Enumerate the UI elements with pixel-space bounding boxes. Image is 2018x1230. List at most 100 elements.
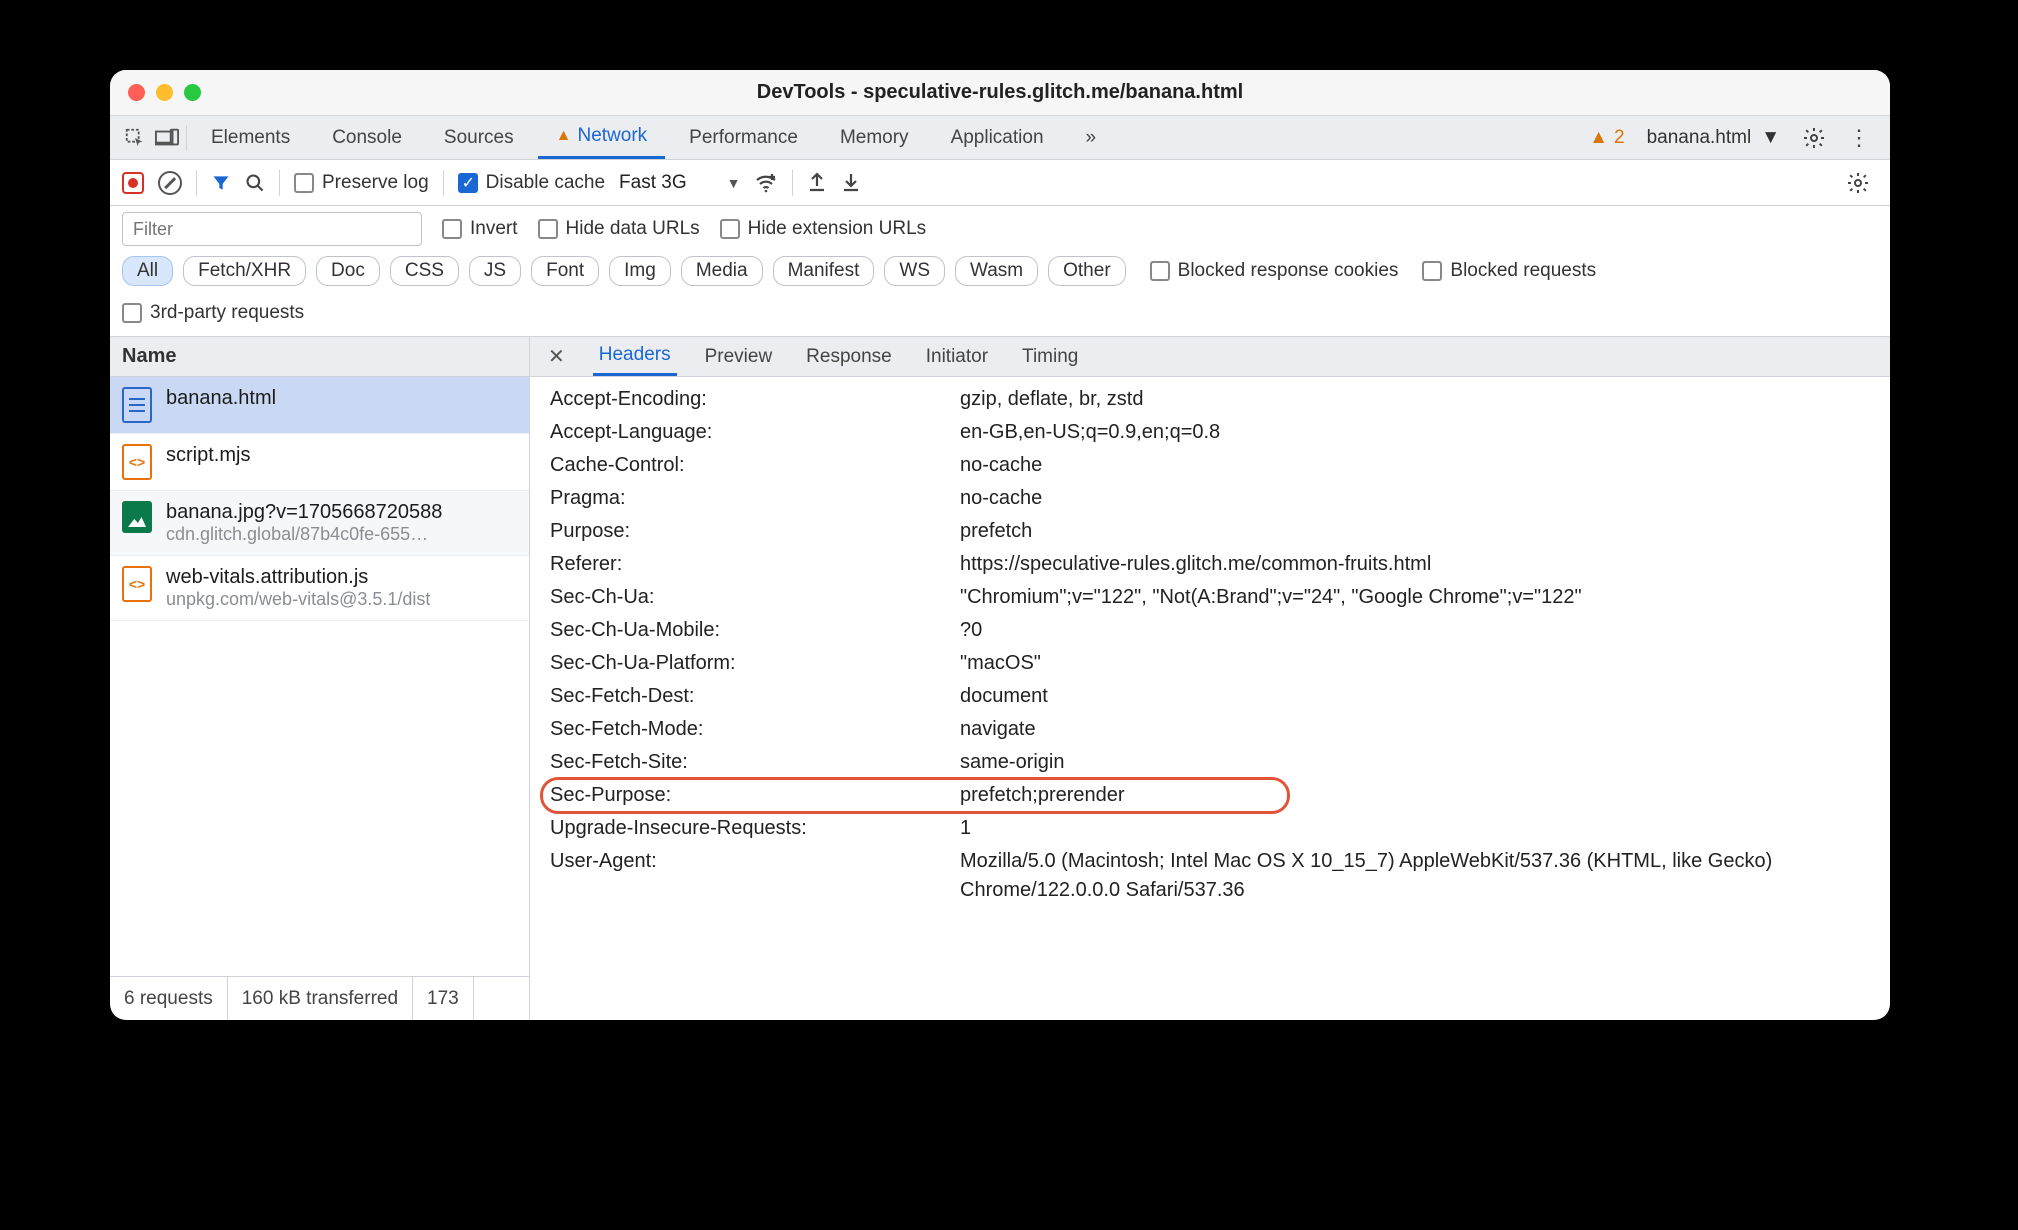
divider (443, 170, 444, 196)
filter-input[interactable] (122, 212, 422, 246)
chip-all[interactable]: All (122, 256, 173, 286)
network-conditions-icon[interactable] (754, 172, 778, 194)
divider (792, 170, 793, 196)
minimize-window-button[interactable] (156, 84, 173, 101)
frame-context-label: banana.html (1647, 127, 1752, 149)
chip-other[interactable]: Other (1048, 256, 1126, 286)
hide-extension-urls-checkbox[interactable]: Hide extension URLs (720, 218, 926, 240)
third-party-checkbox[interactable]: 3rd-party requests (122, 302, 304, 324)
zoom-window-button[interactable] (184, 84, 201, 101)
device-toolbar-icon[interactable] (154, 125, 180, 151)
overflow-tabs-button[interactable]: » (1068, 116, 1115, 159)
header-value: prefetch (960, 517, 1870, 546)
header-row: Upgrade-Insecure-Requests:1 (530, 812, 1890, 845)
titlebar: DevTools - speculative-rules.glitch.me/b… (110, 70, 1890, 116)
header-value: no-cache (960, 484, 1870, 513)
close-window-button[interactable] (128, 84, 145, 101)
network-settings-icon[interactable] (1838, 171, 1878, 195)
chip-media[interactable]: Media (681, 256, 763, 286)
blocked-cookies-checkbox[interactable]: Blocked response cookies (1150, 260, 1399, 282)
tab-console[interactable]: Console (314, 116, 420, 159)
subtab-headers[interactable]: Headers (593, 337, 677, 376)
tab-memory[interactable]: Memory (822, 116, 927, 159)
chip-css[interactable]: CSS (390, 256, 459, 286)
clear-button[interactable] (158, 171, 182, 195)
header-row: Sec-Purpose:prefetch;prerender (530, 779, 1890, 812)
frame-context-selector[interactable]: banana.html ▼ (1647, 127, 1780, 149)
header-name: Pragma: (550, 484, 960, 513)
request-domain: unpkg.com/web-vitals@3.5.1/dist (166, 589, 430, 610)
header-name: Accept-Language: (550, 418, 960, 447)
header-name: Sec-Fetch-Site: (550, 748, 960, 777)
header-name: Purpose: (550, 517, 960, 546)
header-row: Purpose:prefetch (530, 515, 1890, 548)
status-requests: 6 requests (110, 977, 228, 1020)
header-value: prefetch;prerender (960, 781, 1870, 810)
tab-sources[interactable]: Sources (426, 116, 532, 159)
subtab-response[interactable]: Response (800, 337, 898, 376)
status-transferred: 160 kB transferred (228, 977, 413, 1020)
js-file-icon: <> (122, 566, 152, 602)
tab-application[interactable]: Application (933, 116, 1062, 159)
header-row: Cache-Control:no-cache (530, 449, 1890, 482)
throttling-select[interactable]: Fast 3G ▼ (619, 172, 740, 194)
filter-row: Invert Hide data URLs Hide extension URL… (110, 206, 1890, 252)
chip-js[interactable]: JS (469, 256, 521, 286)
export-har-icon[interactable] (807, 172, 827, 194)
settings-icon[interactable] (1794, 126, 1834, 150)
filter-toggle-icon[interactable] (211, 173, 231, 193)
detail-subtabbar: ✕ Headers Preview Response Initiator Timing (530, 337, 1890, 377)
doc-file-icon (122, 387, 152, 423)
close-detail-icon[interactable]: ✕ (542, 344, 571, 369)
warnings-indicator[interactable]: ▲ 2 (1589, 127, 1624, 149)
request-row[interactable]: banana.jpg?v=1705668720588cdn.glitch.glo… (110, 491, 529, 556)
inspect-icon[interactable] (122, 125, 148, 151)
request-row[interactable]: banana.html (110, 377, 529, 434)
tab-label: Sources (444, 127, 514, 149)
header-value: same-origin (960, 748, 1870, 777)
subtab-preview[interactable]: Preview (699, 337, 779, 376)
request-domain: cdn.glitch.global/87b4c0fe-655… (166, 524, 442, 545)
chevron-down-icon: ▼ (1761, 127, 1780, 149)
request-list[interactable]: banana.html<>script.mjsbanana.jpg?v=1705… (110, 377, 529, 976)
chip-font[interactable]: Font (531, 256, 599, 286)
hide-data-urls-checkbox[interactable]: Hide data URLs (538, 218, 700, 240)
tab-network[interactable]: ▲Network (538, 116, 666, 159)
subtab-timing[interactable]: Timing (1016, 337, 1084, 376)
search-icon[interactable] (245, 173, 265, 193)
header-name: Accept-Encoding: (550, 385, 960, 414)
chip-ws[interactable]: WS (884, 256, 945, 286)
blocked-requests-checkbox[interactable]: Blocked requests (1422, 260, 1596, 282)
request-row[interactable]: <>script.mjs (110, 434, 529, 491)
header-row: Accept-Encoding:gzip, deflate, br, zstd (530, 383, 1890, 416)
request-row[interactable]: <>web-vitals.attribution.jsunpkg.com/web… (110, 556, 529, 621)
tab-elements[interactable]: Elements (193, 116, 308, 159)
header-value: en-GB,en-US;q=0.9,en;q=0.8 (960, 418, 1870, 447)
hide-extension-urls-label: Hide extension URLs (748, 218, 926, 240)
header-value: navigate (960, 715, 1870, 744)
chip-wasm[interactable]: Wasm (955, 256, 1038, 286)
img-file-icon (122, 501, 152, 533)
header-row: Accept-Language:en-GB,en-US;q=0.9,en;q=0… (530, 416, 1890, 449)
tab-performance[interactable]: Performance (671, 116, 816, 159)
chip-manifest[interactable]: Manifest (773, 256, 875, 286)
tab-label: Console (332, 127, 402, 149)
subtab-initiator[interactable]: Initiator (920, 337, 994, 376)
preserve-log-checkbox[interactable]: Preserve log (294, 172, 429, 194)
disable-cache-checkbox[interactable]: Disable cache (458, 172, 605, 194)
record-button[interactable] (122, 172, 144, 194)
name-column-header[interactable]: Name (110, 337, 529, 377)
header-row: Sec-Ch-Ua-Mobile:?0 (530, 614, 1890, 647)
throttling-value: Fast 3G (619, 172, 687, 194)
chip-img[interactable]: Img (609, 256, 671, 286)
more-icon[interactable]: ⋮ (1840, 125, 1878, 151)
header-value: gzip, deflate, br, zstd (960, 385, 1870, 414)
import-har-icon[interactable] (841, 172, 861, 194)
headers-table[interactable]: Accept-Encoding:gzip, deflate, br, zstdA… (530, 377, 1890, 1020)
warning-icon: ▲ (1589, 127, 1608, 149)
chip-fetch-xhr[interactable]: Fetch/XHR (183, 256, 306, 286)
header-row: Referer:https://speculative-rules.glitch… (530, 548, 1890, 581)
chip-doc[interactable]: Doc (316, 256, 380, 286)
header-row: Sec-Fetch-Site:same-origin (530, 746, 1890, 779)
invert-checkbox[interactable]: Invert (442, 218, 518, 240)
